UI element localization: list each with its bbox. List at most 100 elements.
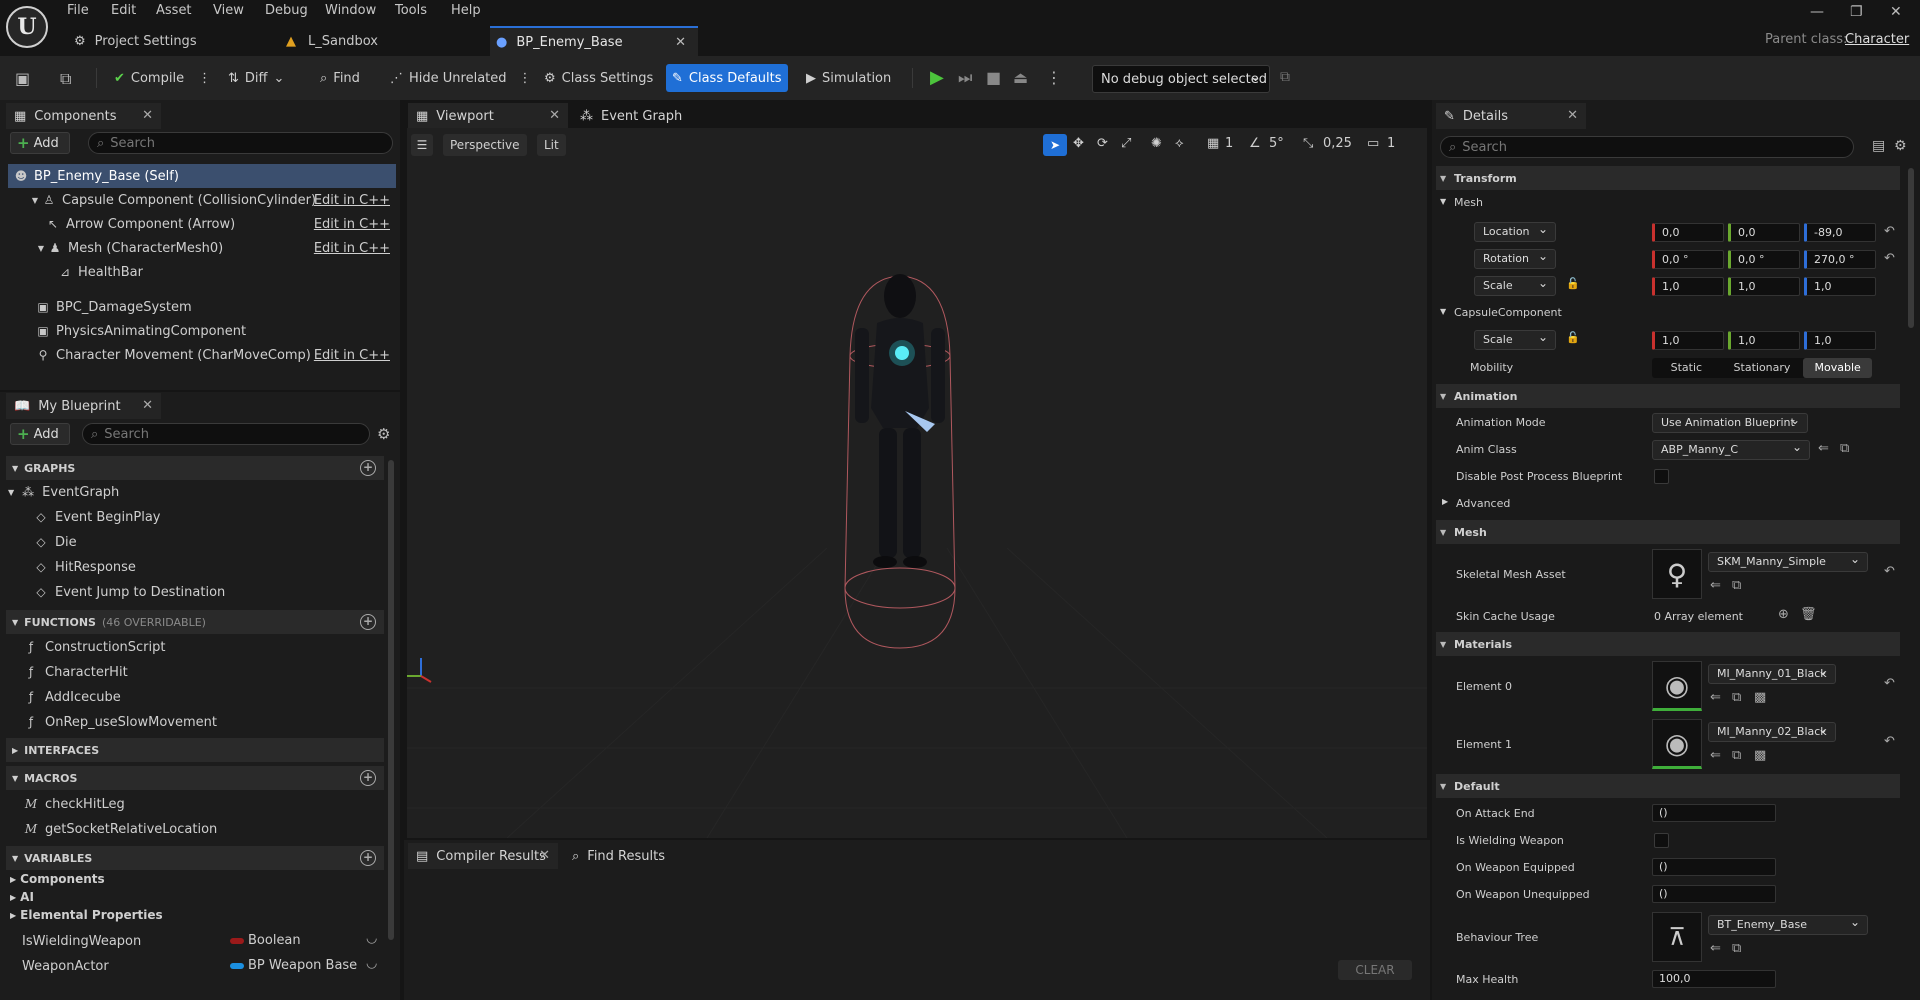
function-item[interactable]: ƒ CharacterHit [24,660,128,684]
reset-icon[interactable]: ↶ [1884,224,1895,239]
use-selected-icon[interactable]: ⇐ [1710,690,1721,705]
component-capsule[interactable]: ▼ ♙ Capsule Component (CollisionCylinder… [8,188,396,212]
tab-components[interactable]: ▦ Components ✕ [6,103,161,129]
disable-pp-checkbox[interactable] [1654,469,1669,484]
stop-icon[interactable]: ■ [986,68,1001,87]
add-member-button[interactable]: + Add [10,423,70,445]
tab-viewport[interactable]: ▦ Viewport ✕ [408,103,568,129]
add-function-icon[interactable]: + [360,614,376,630]
more-icon[interactable]: ⋮ [519,71,532,86]
tab-event-graph[interactable]: ⁂ Event Graph [572,103,702,129]
variable-row[interactable]: WeaponActor BP Weapon Base ◡ [22,954,382,978]
scale-mode-dropdown[interactable]: Scale [1474,274,1556,296]
component-arrow[interactable]: ↖ Arrow Component (Arrow) Edit in C++ [8,212,396,236]
graph-event-graph[interactable]: ▼ ⁂ EventGraph [8,480,119,504]
menu-debug[interactable]: Debug [265,3,308,18]
collapse-arrow-icon[interactable]: ▼ [34,244,48,253]
material-thumbnail[interactable]: ◉ [1652,719,1702,769]
checker-icon[interactable]: ▩ [1754,748,1766,763]
checker-icon[interactable]: ▩ [1754,690,1766,705]
event-item[interactable]: ◇ Event Jump to Destination [34,580,225,604]
component-character-movement[interactable]: ⚲ Character Movement (CharMoveComp) Edit… [8,343,396,367]
sub-capsule[interactable]: ▼ CapsuleComponent [1436,302,1900,324]
component-mesh[interactable]: ▼ ♟ Mesh (CharacterMesh0) Edit in C++ [8,236,396,260]
tab-details[interactable]: ✎ Details ✕ [1436,103,1586,129]
scale-mode-dropdown[interactable]: Scale [1474,328,1556,350]
scale-x-field[interactable]: 1,0 [1652,277,1724,296]
behaviour-tree-thumbnail[interactable]: ⊼ [1652,912,1702,962]
scrollbar[interactable] [388,460,394,940]
play-icon[interactable]: ▶ [930,67,944,88]
menu-tools[interactable]: Tools [395,3,427,18]
max-health-field[interactable]: 100,0 [1652,970,1776,988]
tab-bp-enemy-base[interactable]: ● BP_Enemy_Base ✕ [490,26,698,56]
section-mesh[interactable]: Mesh [1436,520,1900,544]
macro-item[interactable]: M checkHitLeg [24,792,125,816]
browse-icon[interactable]: ⧉ [1732,578,1741,593]
variable-type[interactable]: BP Weapon Base [248,958,357,973]
add-macro-icon[interactable]: + [360,770,376,786]
diff-button[interactable]: ⇅ Diff ⌄ [222,65,290,91]
browse-icon[interactable]: ⧉ [1732,941,1741,956]
viewport-canvas[interactable]: ☰ Perspective Lit ➤ ✥ ⟳ ⤢ ✺ ⟡ ▦ 1 ∠ 5° ⤡… [407,128,1427,838]
class-settings-button[interactable]: ⚙ Class Settings [538,65,659,91]
lock-icon[interactable]: 🔓 [1566,331,1580,344]
tab-project-settings[interactable]: ⚙ Project Settings [68,26,268,56]
step-icon[interactable]: ⏭ [958,68,972,88]
menu-help[interactable]: Help [451,3,481,18]
add-graph-icon[interactable]: + [360,460,376,476]
section-transform[interactable]: Transform [1436,166,1900,190]
tab-compiler-results[interactable]: ▤ Compiler Results ✕ [408,843,558,869]
variable-type[interactable]: Boolean [248,933,301,948]
details-search-input[interactable]: ⌕ Search [1440,136,1854,158]
browse-icon[interactable]: ⧉ [1732,748,1741,763]
function-item[interactable]: ƒ ConstructionScript [24,635,166,659]
use-selected-icon[interactable]: ⇐ [1818,441,1829,456]
reset-icon[interactable]: ↶ [1884,676,1895,691]
add-element-icon[interactable]: ⊕ [1778,607,1789,622]
scale-z-field[interactable]: 1,0 [1804,331,1876,350]
section-animation[interactable]: Animation [1436,384,1900,408]
macro-item[interactable]: M getSocketRelativeLocation [24,817,217,841]
advanced-row[interactable]: ▶ Advanced [1436,490,1900,517]
mobility-movable[interactable]: Movable [1803,358,1872,378]
eject-icon[interactable]: ⏏ [1013,68,1028,87]
component-physics-animating[interactable]: ▣ PhysicsAnimatingComponent [8,319,396,343]
edit-in-cpp-link[interactable]: Edit in C++ [314,241,390,256]
trash-icon[interactable]: 🗑 [1800,607,1817,622]
debug-filter-icon[interactable]: ⧉ [1280,69,1290,85]
reset-icon[interactable]: ↶ [1884,564,1895,579]
sub-mesh[interactable]: Mesh ▼ [1436,192,1900,214]
reset-icon[interactable]: ↶ [1884,734,1895,749]
visibility-eye-icon[interactable]: ◡ [366,931,377,946]
close-window-icon[interactable]: ✕ [1890,4,1902,20]
scale-x-field[interactable]: 1,0 [1652,331,1724,350]
function-item[interactable]: ƒ OnRep_useSlowMovement [24,710,217,734]
location-z-field[interactable]: -89,0 [1804,223,1876,242]
on-weapon-equipped-field[interactable]: () [1652,858,1776,876]
lock-icon[interactable]: 🔓 [1566,277,1580,290]
scale-y-field[interactable]: 1,0 [1728,277,1800,296]
rotation-z-field[interactable]: 270,0 ° [1804,250,1876,269]
scale-y-field[interactable]: 1,0 [1728,331,1800,350]
location-y-field[interactable]: 0,0 [1728,223,1800,242]
use-selected-icon[interactable]: ⇐ [1710,578,1721,593]
add-component-button[interactable]: + Add [10,132,70,154]
behaviour-tree-dropdown[interactable]: BT_Enemy_Base [1708,913,1868,935]
gear-icon[interactable]: ⚙ [377,425,390,443]
scrollbar[interactable] [1908,168,1914,328]
skeletal-mesh-dropdown[interactable]: SKM_Manny_Simple [1708,550,1868,572]
parent-class-link[interactable]: Character [1845,32,1909,47]
material-dropdown[interactable]: MI_Manny_01_Black [1708,662,1836,684]
browse-icon[interactable]: ⧉ [1732,690,1741,705]
on-weapon-unequipped-field[interactable]: () [1652,885,1776,903]
visibility-eye-icon[interactable]: ◡ [366,956,377,971]
close-tab-icon[interactable]: ✕ [675,35,686,50]
on-attack-end-field[interactable]: () [1652,804,1776,822]
menu-view[interactable]: View [213,3,244,18]
restore-icon[interactable]: ❐ [1850,4,1863,20]
material-thumbnail[interactable]: ◉ [1652,661,1702,711]
material-dropdown[interactable]: MI_Manny_02_Black [1708,720,1836,742]
reset-icon[interactable]: ↶ [1884,251,1895,266]
hide-unrelated-button[interactable]: ⋰ Hide Unrelated ⋮ [384,65,538,91]
